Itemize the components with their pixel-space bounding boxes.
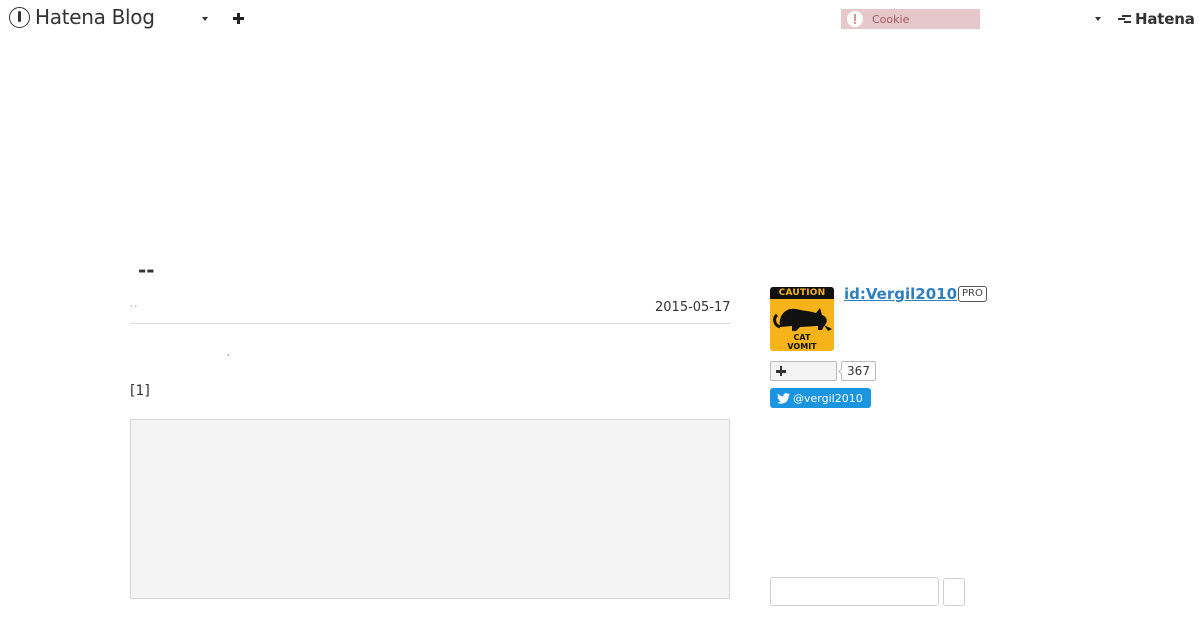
twitter-bird-icon [777, 392, 790, 404]
hatena-brand-text: Hatena [1135, 10, 1195, 28]
entry-title[interactable]: -- [138, 258, 155, 282]
entry-categories: ' ' [130, 304, 137, 313]
footnote-reference[interactable]: [1] [130, 383, 150, 399]
hatena-brand-link[interactable]: Hatena [1118, 10, 1195, 28]
hatena-blog-logo[interactable]: Hatena Blog [9, 6, 155, 28]
search-button[interactable] [943, 578, 965, 606]
twitter-handle: @vergil2010 [793, 391, 863, 405]
hatena-blog-logo-icon [9, 6, 30, 28]
embedded-content[interactable] [130, 419, 730, 599]
user-menu-chevron-down-icon[interactable] [1092, 13, 1104, 25]
logo-text: Hatena Blog [35, 5, 155, 29]
plus-icon[interactable] [230, 9, 248, 27]
global-header: Hatena Blog Cookie Hatena [0, 0, 1200, 37]
avatar[interactable]: CAUTION CAT VOMIT [770, 287, 834, 351]
entry-date[interactable]: 2015-05-17 [655, 300, 731, 315]
warning-icon [847, 11, 863, 27]
hatena-logo-icon [1118, 13, 1132, 25]
follow-button[interactable] [770, 361, 837, 381]
chevron-down-icon[interactable] [199, 13, 211, 25]
entry-divider [130, 323, 730, 324]
twitter-follow-button[interactable]: @vergil2010 [770, 388, 871, 408]
entry-body-text: ' [227, 353, 230, 362]
search-input[interactable] [770, 577, 939, 606]
cookie-notice[interactable]: Cookie [841, 9, 980, 29]
pro-badge: PRO [958, 286, 987, 302]
profile-id-link[interactable]: id:Vergil2010 [844, 285, 957, 303]
cat-icon [773, 308, 832, 331]
cookie-notice-text: Cookie [872, 12, 910, 26]
avatar-caution-text: CAUTION [770, 287, 834, 299]
avatar-caption: CAT VOMIT [787, 333, 817, 351]
follower-count[interactable]: 367 [841, 361, 876, 381]
